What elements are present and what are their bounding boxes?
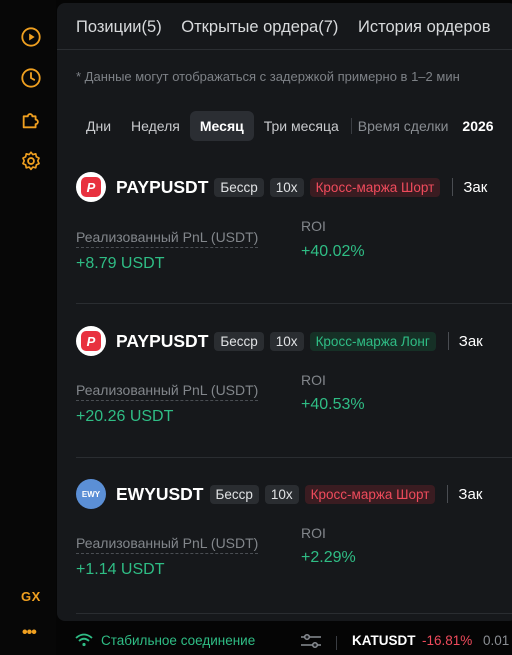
period-month[interactable]: Месяц bbox=[189, 111, 254, 141]
more-icon[interactable]: ••• bbox=[22, 624, 37, 642]
paypal-icon: P bbox=[76, 172, 106, 202]
roi-label: ROI bbox=[301, 525, 326, 541]
tab-bar: Позиции(5) Открытые ордера(7) История ор… bbox=[76, 18, 505, 37]
margin-side-tag: Кросс-маржа Шорт bbox=[304, 484, 436, 504]
period-separator bbox=[350, 118, 352, 134]
header-separator bbox=[447, 332, 449, 350]
tab-open-orders[interactable]: Открытые ордера(7) bbox=[181, 18, 338, 36]
period-three-months[interactable]: Три месяца bbox=[254, 111, 349, 141]
pnl-label: Реализованный PnL (USDT) bbox=[76, 382, 259, 401]
pnl-label: Реализованный PnL (USDT) bbox=[76, 535, 259, 554]
close-label: Зак bbox=[463, 178, 488, 196]
close-label: Зак bbox=[458, 485, 483, 503]
wifi-icon bbox=[75, 633, 93, 650]
roi-label: ROI bbox=[301, 218, 326, 234]
tab-positions[interactable]: Позиции(5) bbox=[76, 18, 162, 36]
header-separator bbox=[447, 485, 449, 503]
position-header: EWY EWYUSDT Бесср 10x Кросс-маржа Шорт З… bbox=[76, 479, 482, 509]
leverage-tag: 10x bbox=[269, 177, 304, 197]
pnl-label: Реализованный PnL (USDT) bbox=[76, 229, 259, 248]
roi-value: +40.53% bbox=[301, 396, 365, 413]
gear-icon[interactable] bbox=[19, 149, 43, 173]
margin-side-tag: Кросс-маржа Лонг bbox=[309, 331, 436, 351]
puzzle-icon[interactable] bbox=[19, 108, 43, 132]
position-symbol[interactable]: EWYUSDT bbox=[116, 484, 204, 505]
deal-time-label: Время сделки bbox=[357, 118, 449, 134]
position-header: P PAYPUSDT Бесср 10x Кросс-маржа Лонг За… bbox=[76, 326, 483, 356]
header-separator bbox=[452, 178, 454, 196]
paypal-icon: P bbox=[76, 326, 106, 356]
delay-notice: * Данные могут отображаться с задержкой … bbox=[76, 69, 460, 84]
pnl-value: +1.14 USDT bbox=[76, 561, 165, 578]
pnl-value: +20.26 USDT bbox=[76, 408, 174, 425]
leverage-tag: 10x bbox=[269, 331, 304, 351]
period-week[interactable]: Неделя bbox=[121, 111, 190, 141]
ticker-change: -16.81% bbox=[422, 633, 473, 648]
history-panel: Позиции(5) Открытые ордера(7) История ор… bbox=[57, 3, 512, 621]
play-circle-icon[interactable] bbox=[19, 25, 43, 49]
roi-value: +2.29% bbox=[301, 549, 356, 566]
card-divider bbox=[76, 613, 512, 614]
gx-label[interactable]: GX bbox=[21, 589, 41, 604]
left-sidebar: GX ••• bbox=[0, 0, 56, 655]
clock-icon[interactable] bbox=[19, 66, 43, 90]
ticker-price: 0.01 bbox=[483, 633, 510, 648]
tab-divider bbox=[57, 49, 512, 50]
perpetual-tag: Бесср bbox=[214, 331, 264, 351]
connection-status: Стабильное соединение bbox=[101, 633, 256, 648]
perpetual-tag: Бесср bbox=[209, 484, 259, 504]
tab-order-history[interactable]: История ордеров bbox=[358, 18, 490, 36]
card-divider bbox=[76, 303, 512, 304]
roi-label: ROI bbox=[301, 372, 326, 388]
date-range-value[interactable]: 2026 bbox=[462, 118, 493, 134]
app-frame: GX ••• Позиции(5) Открытые ордера(7) Ист… bbox=[0, 0, 512, 655]
status-bar: Стабильное соединение KATUSDT -16.81% 0.… bbox=[57, 628, 512, 655]
ticker-symbol[interactable]: KATUSDT bbox=[352, 633, 416, 648]
period-days[interactable]: Дни bbox=[76, 111, 121, 141]
leverage-tag: 10x bbox=[264, 484, 299, 504]
roi-value: +40.02% bbox=[301, 243, 365, 260]
position-header: P PAYPUSDT Бесср 10x Кросс-маржа Шорт За… bbox=[76, 172, 487, 202]
position-symbol[interactable]: PAYPUSDT bbox=[116, 177, 208, 198]
card-divider bbox=[76, 457, 512, 458]
pnl-value: +8.79 USDT bbox=[76, 255, 165, 272]
sliders-icon[interactable] bbox=[300, 633, 322, 652]
perpetual-tag: Бесср bbox=[214, 177, 264, 197]
position-symbol[interactable]: PAYPUSDT bbox=[116, 331, 208, 352]
status-separator bbox=[336, 636, 337, 650]
period-filter: Дни Неделя Месяц Три месяца Время сделки… bbox=[76, 110, 494, 142]
margin-side-tag: Кросс-маржа Шорт bbox=[309, 177, 441, 197]
ewy-icon: EWY bbox=[76, 479, 106, 509]
close-label: Зак bbox=[458, 332, 483, 350]
